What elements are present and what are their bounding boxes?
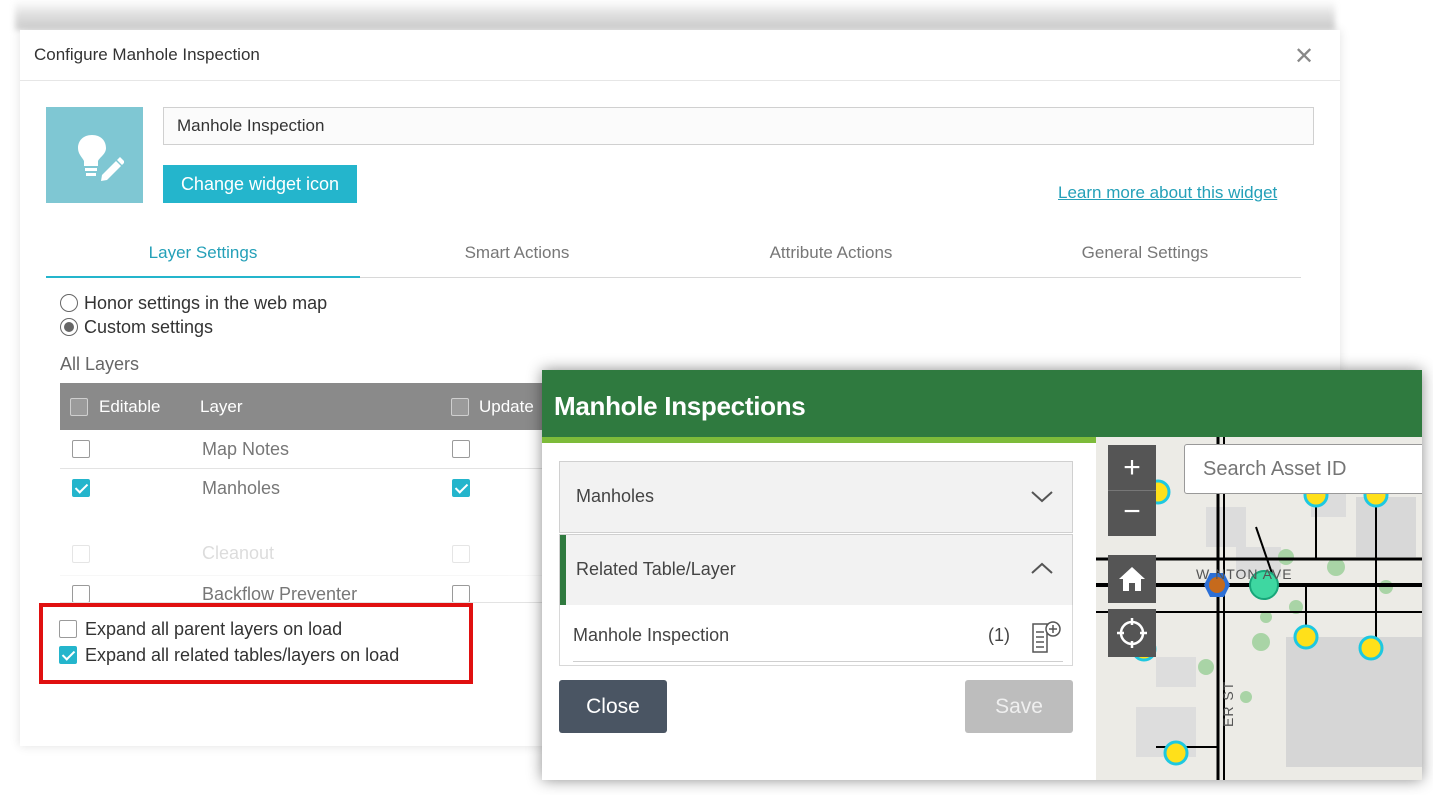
tab-general-settings[interactable]: General Settings: [988, 236, 1302, 276]
update-checkbox[interactable]: [452, 545, 470, 563]
settings-tabs: Layer Settings Smart Actions Attribute A…: [46, 236, 1301, 278]
layer-name: Manholes: [202, 478, 281, 498]
radio-label: Custom settings: [84, 317, 214, 337]
street-label: W NTON AVE: [1196, 566, 1293, 582]
table-row: Backflow Preventer: [60, 576, 560, 603]
expand-parent-label: Expand all parent layers on load: [85, 619, 343, 639]
expand-related-label: Expand all related tables/layers on load: [85, 645, 400, 665]
related-item-count: (1): [988, 625, 1010, 645]
editable-select-all-checkbox[interactable]: [70, 398, 88, 416]
update-select-all-checkbox[interactable]: [451, 398, 469, 416]
dialog-title: Configure Manhole Inspection: [34, 45, 260, 64]
search-asset-input[interactable]: [1184, 444, 1422, 494]
dialog-header: Configure Manhole Inspection ✕: [20, 30, 1340, 81]
radio-custom-settings[interactable]: Custom settings: [60, 317, 213, 339]
map-view[interactable]: W NTON AVE ER ST + −: [1096, 437, 1422, 780]
related-item-label: Manhole Inspection: [573, 625, 730, 645]
app-header: Manhole Inspections: [542, 370, 1422, 437]
column-header-update: Update: [479, 397, 534, 416]
widget-icon-preview[interactable]: [46, 107, 143, 203]
editable-checkbox[interactable]: [72, 585, 90, 602]
expand-parent-layers-option[interactable]: Expand all parent layers on load: [59, 619, 342, 640]
locate-button[interactable]: [1108, 609, 1156, 657]
locate-icon: [1117, 618, 1147, 648]
app-title: Manhole Inspections: [554, 391, 806, 421]
expand-related-checkbox[interactable]: [59, 646, 77, 664]
tab-attribute-actions[interactable]: Attribute Actions: [674, 236, 988, 276]
editable-checkbox[interactable]: [72, 440, 90, 458]
layers-table-header: Editable Layer Update: [60, 383, 560, 430]
radio-button[interactable]: [60, 294, 78, 312]
all-layers-heading: All Layers: [60, 354, 140, 374]
layer-name: Backflow Preventer: [202, 584, 358, 603]
add-record-icon[interactable]: [1030, 620, 1062, 654]
expand-related-tables-option[interactable]: Expand all related tables/layers on load: [59, 645, 399, 666]
radio-button[interactable]: [60, 318, 78, 336]
accordion-label: Manholes: [576, 486, 655, 506]
save-button[interactable]: Save: [965, 680, 1073, 733]
layer-name: Map Notes: [202, 439, 290, 459]
layer-name: Cleanout: [202, 545, 275, 563]
column-header-layer: Layer: [200, 397, 243, 416]
lightbulb-pencil-icon: [78, 135, 124, 181]
update-checkbox[interactable]: [452, 479, 470, 497]
close-button[interactable]: Close: [559, 680, 667, 733]
widget-name-input[interactable]: [163, 107, 1314, 145]
tab-smart-actions[interactable]: Smart Actions: [360, 236, 674, 276]
change-widget-icon-button[interactable]: Change widget icon: [163, 165, 357, 203]
zoom-out-button[interactable]: −: [1108, 490, 1156, 536]
update-checkbox[interactable]: [452, 440, 470, 458]
chevron-up-icon[interactable]: [1030, 559, 1054, 579]
close-icon[interactable]: ✕: [1294, 42, 1314, 71]
accordion-label: Related Table/Layer: [576, 559, 736, 579]
update-checkbox[interactable]: [452, 585, 470, 602]
accordion-manholes[interactable]: Manholes: [559, 461, 1073, 533]
table-row: Manholes: [60, 469, 560, 549]
column-header-editable: Editable: [99, 397, 161, 416]
zoom-in-button[interactable]: +: [1108, 445, 1156, 490]
accordion-related-table-layer[interactable]: Related Table/Layer: [559, 534, 1073, 606]
table-row: Cleanout: [60, 545, 560, 576]
chevron-down-icon[interactable]: [1030, 486, 1054, 506]
home-button[interactable]: [1108, 555, 1156, 603]
expand-parent-checkbox[interactable]: [59, 620, 77, 638]
inspection-panel: Manholes Related Table/Layer Manhole Ins…: [542, 443, 1096, 780]
editable-checkbox[interactable]: [72, 545, 90, 563]
manhole-inspections-app: Manhole Inspections Manholes Related Tab…: [542, 370, 1422, 780]
tab-layer-settings[interactable]: Layer Settings: [46, 236, 360, 278]
street-label: ER ST: [1220, 680, 1236, 727]
related-item-row[interactable]: Manhole Inspection (1): [559, 605, 1073, 666]
radio-honor-web-map[interactable]: Honor settings in the web map: [60, 293, 327, 315]
learn-more-link[interactable]: Learn more about this widget: [1058, 183, 1277, 203]
radio-label: Honor settings in the web map: [84, 293, 328, 313]
home-icon: [1119, 567, 1145, 591]
row-divider: [573, 661, 1063, 662]
editable-checkbox[interactable]: [72, 479, 90, 497]
window-shadow: [15, 0, 1335, 30]
table-row: Map Notes: [60, 430, 560, 469]
accordion-active-bar: [560, 535, 566, 605]
expand-options-highlight: Expand all parent layers on load Expand …: [39, 603, 473, 684]
